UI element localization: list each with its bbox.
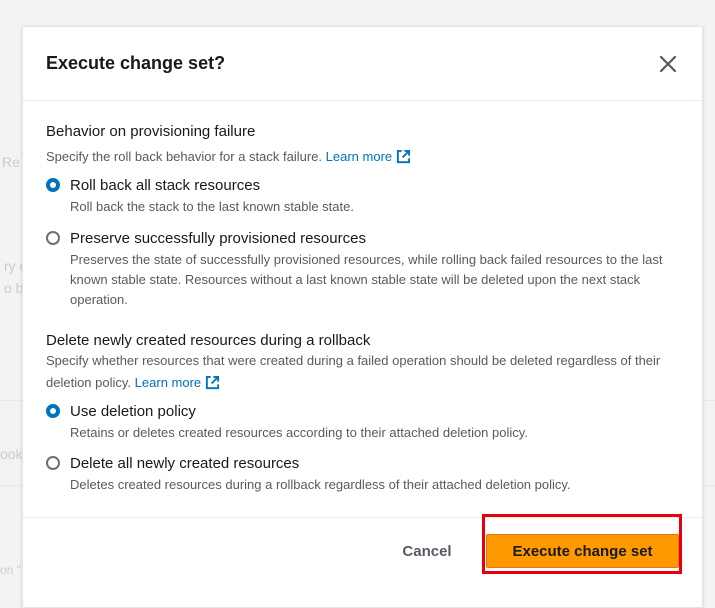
radio-delete-all-new[interactable]: Delete all newly created resources Delet… — [46, 455, 686, 495]
background-fragment: ook — [0, 446, 23, 462]
external-link-icon — [206, 375, 220, 390]
radio-label: Use deletion policy — [70, 403, 196, 420]
rollback-section-description: Specify whether resources that were crea… — [46, 350, 686, 394]
rollback-section-title: Delete newly created resources during a … — [46, 332, 371, 349]
radio-preserve-provisioned[interactable]: Preserve successfully provisioned resour… — [46, 230, 686, 310]
modal-header: Execute change set? — [23, 27, 702, 101]
radio-label: Preserve successfully provisioned resour… — [70, 230, 366, 247]
provisioning-section-description: Specify the roll back behavior for a sta… — [46, 146, 686, 168]
close-icon[interactable] — [657, 53, 679, 75]
radio-label: Roll back all stack resources — [70, 177, 261, 194]
radio-button[interactable] — [46, 456, 60, 470]
execute-change-set-modal: Execute change set? Behavior on provisio… — [22, 26, 703, 608]
cancel-button[interactable]: Cancel — [387, 535, 467, 567]
provisioning-description-text: Specify the roll back behavior for a sta… — [46, 149, 323, 164]
learn-more-label: Learn more — [325, 149, 393, 164]
radio-roll-back-all[interactable]: Roll back all stack resources Roll back … — [46, 177, 686, 217]
radio-button[interactable] — [46, 231, 60, 245]
background-fragment: on " — [0, 563, 21, 577]
background-fragment: Re — [2, 154, 20, 170]
rollback-learn-more-link[interactable]: Learn more — [135, 375, 220, 390]
provisioning-learn-more-link[interactable]: Learn more — [326, 149, 411, 164]
radio-label: Delete all newly created resources — [70, 455, 300, 472]
external-link-icon — [397, 149, 411, 164]
execute-change-set-button[interactable]: Execute change set — [486, 534, 679, 568]
radio-description: Deletes created resources during a rollb… — [70, 477, 571, 492]
radio-description: Roll back the stack to the last known st… — [70, 199, 354, 214]
radio-button-selected[interactable] — [46, 178, 60, 192]
learn-more-label: Learn more — [134, 375, 202, 390]
footer-divider — [23, 517, 702, 518]
provisioning-section-title: Behavior on provisioning failure — [46, 123, 256, 140]
radio-use-deletion-policy[interactable]: Use deletion policy Retains or deletes c… — [46, 403, 686, 443]
radio-button-selected[interactable] — [46, 404, 60, 418]
modal-title: Execute change set? — [46, 53, 226, 73]
radio-description: Preserves the state of successfully prov… — [70, 252, 663, 307]
radio-description: Retains or deletes created resources acc… — [70, 425, 528, 440]
